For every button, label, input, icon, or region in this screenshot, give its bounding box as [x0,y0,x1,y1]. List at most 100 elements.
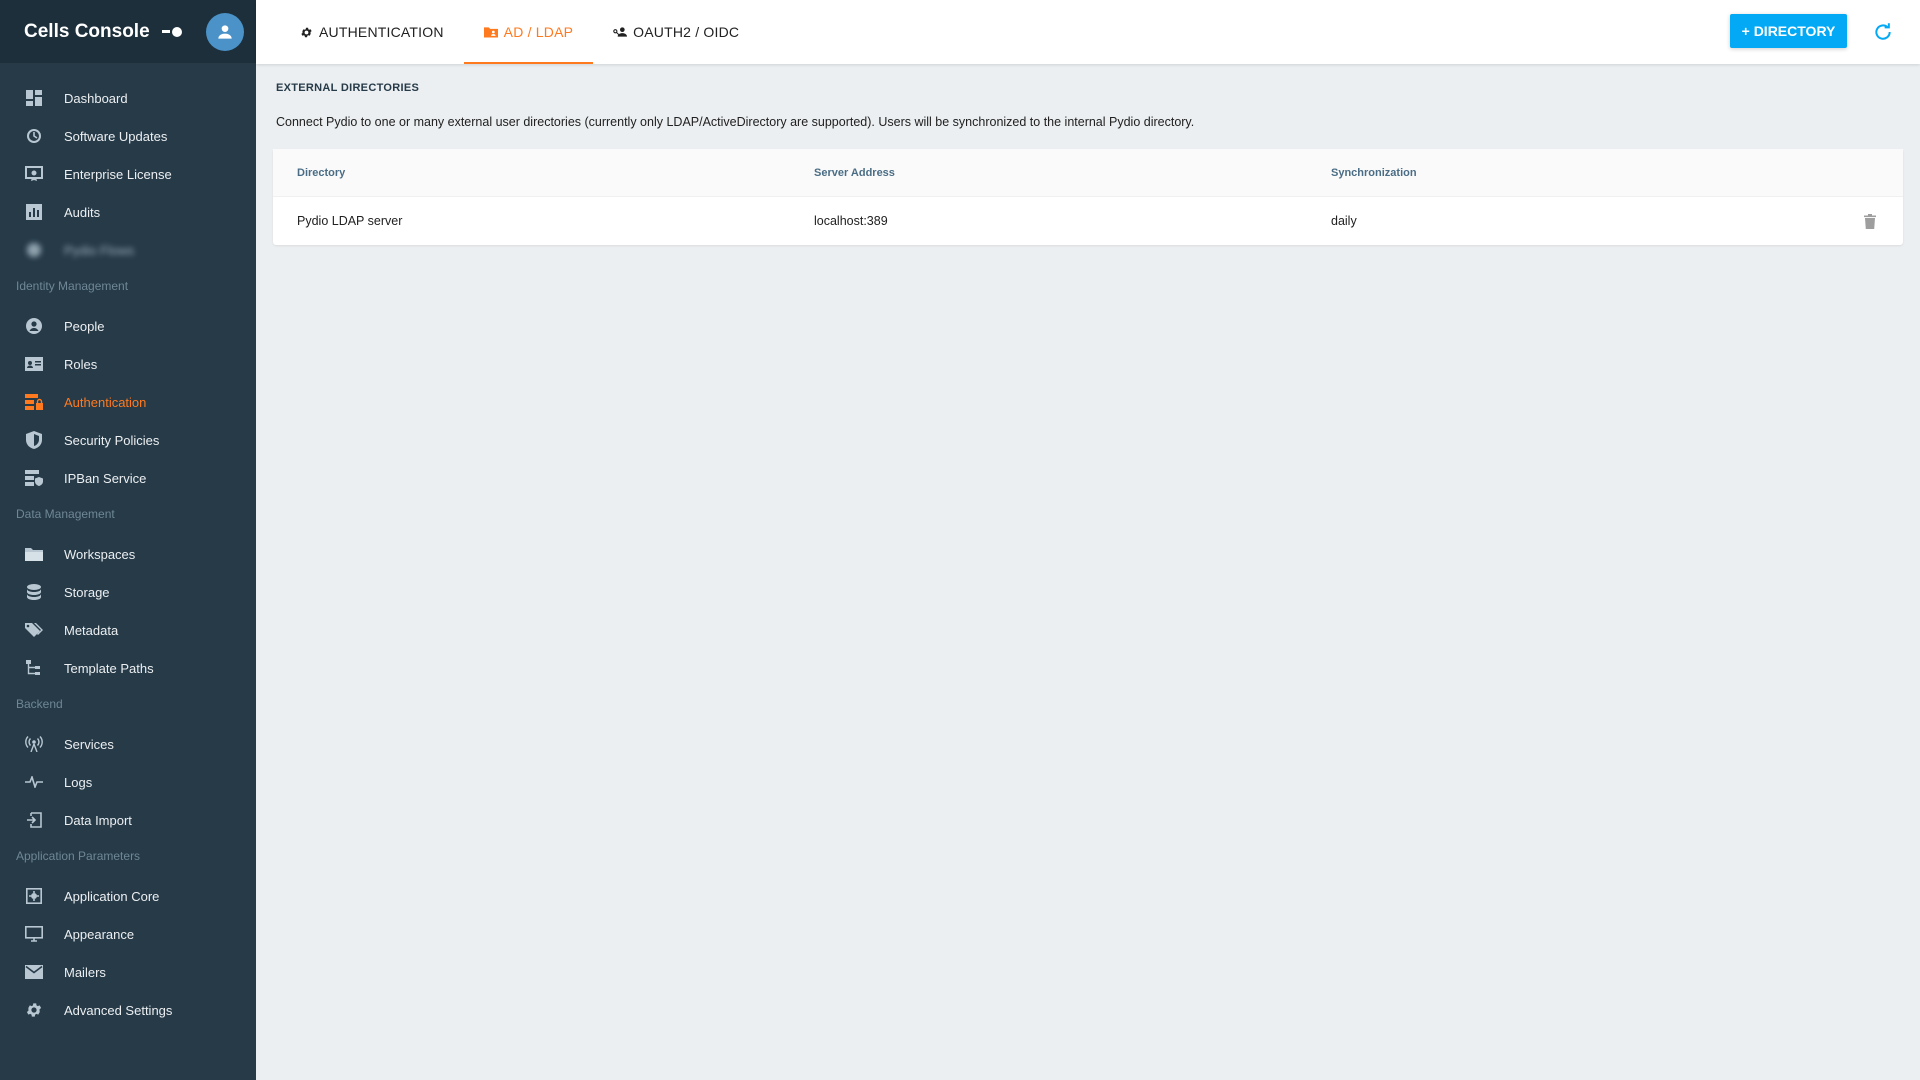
section-title: Application Parameters [16,849,141,863]
sidebar-item-security-policies[interactable]: Security Policies [0,421,256,459]
sidebar-item-label: Services [64,736,114,752]
sidebar-item-advanced-settings[interactable]: Advanced Settings [0,991,256,1029]
sidebar-item-blurred[interactable]: Pydio Flows [0,231,256,269]
section-title: Data Management [16,507,115,521]
tab-label: AD / LDAP [503,24,574,40]
antenna-icon [24,734,44,754]
sidebar-item-label: Data Import [64,812,132,828]
folder-account-icon [483,26,498,38]
sidebar-item-label: Software Updates [64,128,168,144]
sidebar-item-label: Security Policies [64,432,160,448]
sidebar-item-data-import[interactable]: Data Import [0,801,256,839]
blurred-icon [24,240,44,260]
refresh-button[interactable] [1870,19,1896,45]
sidebar-item-mailers[interactable]: Mailers [0,953,256,991]
add-directory-button[interactable]: + DIRECTORY [1730,14,1847,48]
section-title: Identity Management [16,279,129,293]
core-icon [24,886,44,906]
sidebar-item-authentication[interactable]: Authentication [0,383,256,421]
column-header-server-address[interactable]: Server Address [790,167,1307,179]
column-header-directory[interactable]: Directory [273,167,790,179]
tab-ad-ldap[interactable]: AD / LDAP [463,0,594,64]
tab-oauth2-oidc[interactable]: OAUTH2 / OIDC [593,0,759,64]
mail-icon [24,962,44,982]
sidebar-item-label: Template Paths [64,660,154,676]
sidebar-item-dashboard[interactable]: Dashboard [0,79,256,117]
sidebar-item-logs[interactable]: Logs [0,763,256,801]
dashboard-icon [24,88,44,108]
sidebar-nav: Dashboard Software Updates Enterprise Li… [0,63,256,1029]
sidebar-item-metadata[interactable]: Metadata [0,611,256,649]
sidebar-item-storage[interactable]: Storage [0,573,256,611]
sidebar-item-label: Logs [64,774,93,790]
sidebar-item-label: Audits [64,204,101,220]
table-header: Directory Server Address Synchronization [273,149,1903,197]
chart-icon [24,202,44,222]
tags-icon [24,620,44,640]
section-title: Backend [16,697,63,711]
license-icon [24,164,44,184]
folder-icon [24,544,44,564]
user-avatar[interactable] [206,12,244,51]
sidebar-collapse-toggle[interactable] [162,25,184,39]
sidebar-item-label: Storage [64,584,110,600]
sidebar-item-label: Workspaces [64,546,136,562]
account-key-icon [613,26,628,38]
cell-synchronization: daily [1331,214,1357,228]
tab-label: OAUTH2 / OIDC [633,24,740,40]
sidebar-item-people[interactable]: People [0,307,256,345]
sidebar-item-label: Dashboard [64,90,128,106]
sidebar-item-label: Roles [64,356,98,372]
sidebar-item-label: People [64,318,105,334]
sidebar-item-label: Enterprise License [64,166,172,182]
database-icon [24,582,44,602]
sidebar-item-enterprise-license[interactable]: Enterprise License [0,155,256,193]
section-description: Connect Pydio to one or many external us… [276,115,1195,129]
server-lock-icon [24,392,44,412]
cell-server-address: localhost:389 [814,214,888,228]
app-title: Cells Console [24,20,150,42]
pulse-icon [24,772,44,792]
account-icon [218,24,232,39]
sidebar-item-application-core[interactable]: Application Core [0,877,256,915]
sidebar-item-label: Metadata [64,622,119,638]
file-tree-icon [24,658,44,678]
id-card-icon [24,354,44,374]
cog-icon [300,26,313,39]
sidebar-item-label: Application Core [64,888,160,904]
cell-directory: Pydio LDAP server [297,214,403,228]
sidebar-item-roles[interactable]: Roles [0,345,256,383]
shield-icon [24,430,44,450]
tab-label: AUTHENTICATION [319,24,444,40]
sidebar-item-software-updates[interactable]: Software Updates [0,117,256,155]
monitor-icon [24,924,44,944]
update-icon [24,126,44,146]
sidebar: Cells Console Dashboard Software Updates… [0,0,256,1080]
tab-authentication[interactable]: AUTHENTICATION [280,0,464,64]
section-heading: EXTERNAL DIRECTORIES [276,82,420,94]
import-icon [24,810,44,830]
sidebar-item-audits[interactable]: Audits [0,193,256,231]
column-header-synchronization[interactable]: Synchronization [1307,167,1824,179]
main-content: EXTERNAL DIRECTORIES Connect Pydio to on… [256,64,1920,1080]
sidebar-item-label: IPBan Service [64,470,147,486]
sidebar-item-label: Mailers [64,964,106,980]
top-bar: AUTHENTICATION AD / LDAP OAUTH2 / OIDC +… [256,0,1920,64]
sidebar-item-services[interactable]: Services [0,725,256,763]
sidebar-header: Cells Console [0,0,256,63]
sidebar-item-label: Appearance [64,926,135,942]
sidebar-item-ipban-service[interactable]: IPBan Service [0,459,256,497]
sidebar-item-label: Advanced Settings [64,1002,173,1018]
table-row[interactable]: Pydio LDAP server localhost:389 daily [273,197,1903,245]
person-icon [24,316,44,336]
sidebar-item-workspaces[interactable]: Workspaces [0,535,256,573]
tab-bar: AUTHENTICATION AD / LDAP OAUTH2 / OIDC [280,0,759,64]
gear-icon [24,1000,44,1020]
sidebar-item-appearance[interactable]: Appearance [0,915,256,953]
trash-icon [1864,213,1876,229]
sidebar-item-label: Pydio Flows [64,242,135,258]
delete-button[interactable] [1861,212,1879,230]
refresh-icon [1875,23,1891,40]
sidebar-item-template-paths[interactable]: Template Paths [0,649,256,687]
server-shield-icon [24,468,44,488]
